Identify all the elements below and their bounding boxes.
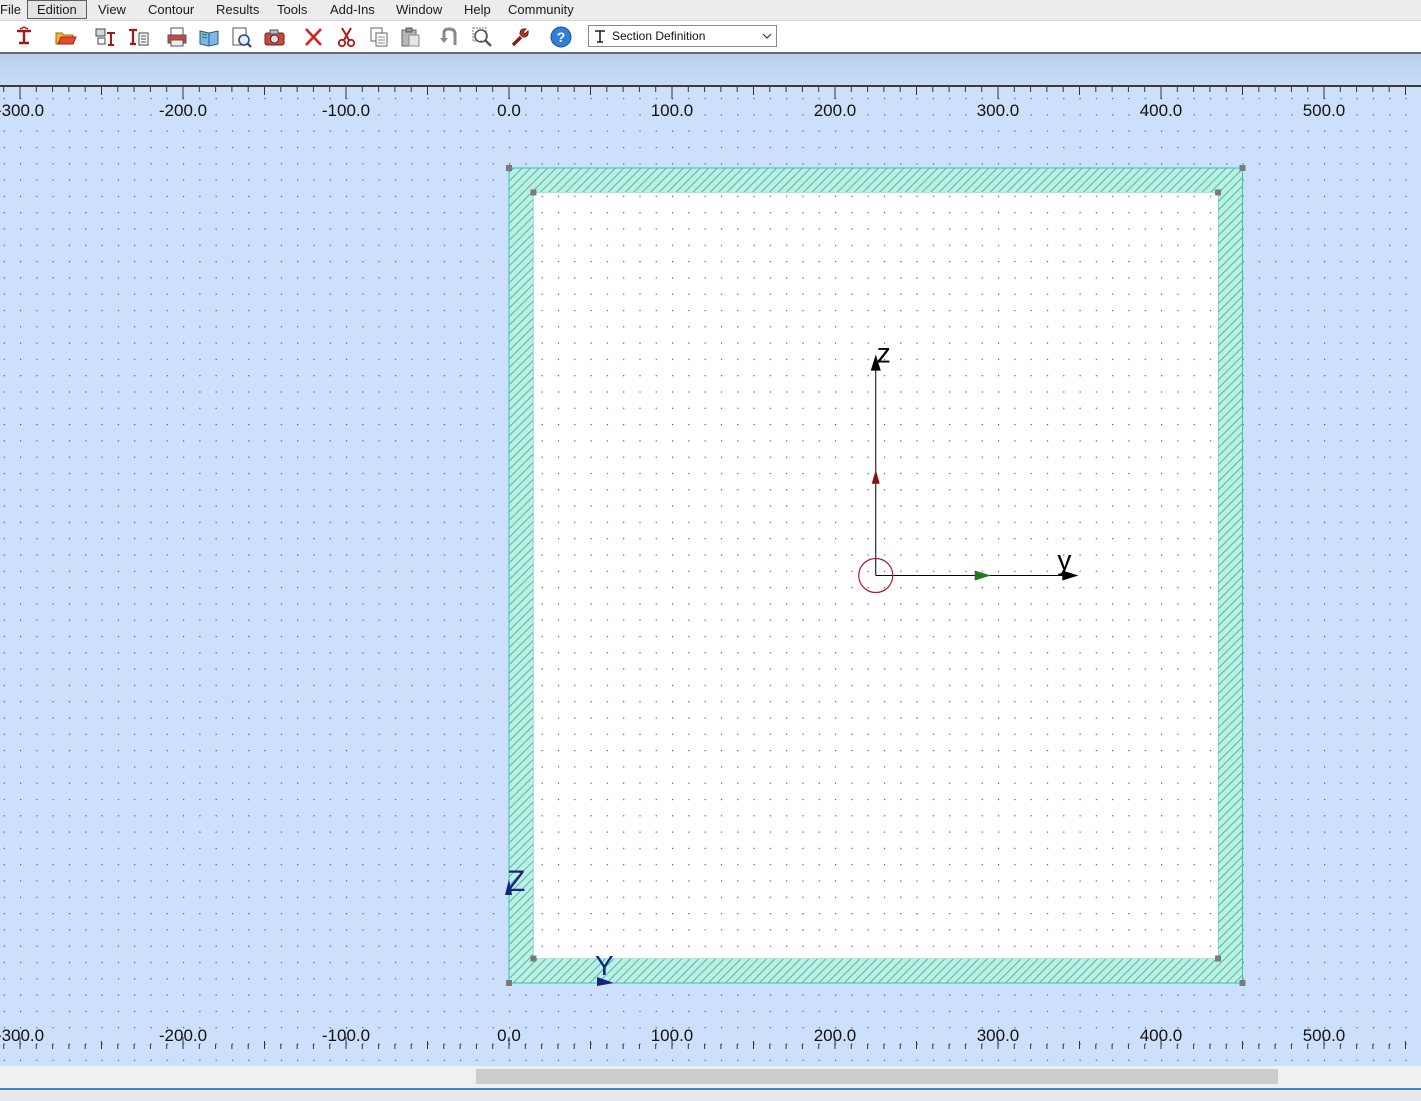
horizontal-scrollbar[interactable] bbox=[0, 1066, 1421, 1088]
paste-button[interactable] bbox=[397, 24, 423, 49]
ruler-bottom-tick-label: 500.0 bbox=[1303, 1026, 1346, 1045]
delete-icon bbox=[305, 27, 322, 46]
ruler-bottom-tick-label: 300.0 bbox=[977, 1026, 1020, 1045]
ruler-top-tick-label: -300.0 bbox=[0, 101, 44, 120]
ruler-top-tick-label: -100.0 bbox=[322, 101, 370, 120]
ruler-bottom-tick-label: -200.0 bbox=[159, 1026, 207, 1045]
menu-view[interactable]: View bbox=[89, 0, 137, 19]
ruler-top-tick-label: 400.0 bbox=[1140, 101, 1183, 120]
ruler-top-tick-label: 500.0 bbox=[1303, 101, 1346, 120]
zoom-button[interactable] bbox=[469, 24, 495, 49]
ruler-bottom-tick-label: -100.0 bbox=[322, 1026, 370, 1045]
section-definition-select[interactable]: Section Definition bbox=[588, 25, 777, 47]
new-section-button[interactable] bbox=[12, 24, 38, 49]
copy-icon bbox=[370, 27, 388, 46]
global-z-label: Z bbox=[507, 865, 525, 898]
print-preview-button[interactable] bbox=[228, 24, 254, 49]
menu-window[interactable]: Window bbox=[387, 0, 453, 19]
svg-text:?: ? bbox=[557, 29, 566, 45]
help-icon: ? bbox=[550, 26, 572, 47]
vertex-handle[interactable] bbox=[506, 980, 512, 986]
vertex-handle[interactable] bbox=[1239, 980, 1246, 986]
import-section-icon bbox=[95, 28, 115, 46]
tools-wrench-icon bbox=[511, 27, 529, 46]
ruler-top-tick-label: 300.0 bbox=[977, 101, 1020, 120]
paste-icon bbox=[401, 27, 420, 46]
vertex-handle[interactable] bbox=[530, 955, 537, 962]
menu-file[interactable]: File bbox=[0, 0, 21, 19]
print-button[interactable] bbox=[164, 24, 190, 49]
vertex-handle[interactable] bbox=[1239, 165, 1246, 171]
copy-button[interactable] bbox=[366, 24, 392, 49]
ruler-bottom-tick-label: 0.0 bbox=[497, 1026, 521, 1045]
section-properties-icon bbox=[129, 28, 149, 45]
tools-wrench-button[interactable] bbox=[507, 24, 533, 49]
menu-contour[interactable]: Contour bbox=[139, 0, 205, 19]
section-properties-button[interactable] bbox=[125, 24, 151, 49]
help-button[interactable]: ? bbox=[548, 24, 574, 49]
toolbar-band bbox=[0, 54, 1421, 87]
new-section-icon bbox=[17, 25, 31, 44]
status-strip bbox=[0, 1088, 1421, 1101]
menu-results[interactable]: Results bbox=[207, 0, 266, 19]
camera-button[interactable] bbox=[261, 24, 287, 49]
report-book-button[interactable] bbox=[196, 24, 222, 49]
vertex-handle[interactable] bbox=[1215, 955, 1222, 962]
camera-icon bbox=[264, 29, 285, 45]
menu-bar: File Edition View Contour Results Tools Add-In… bbox=[0, 0, 1421, 21]
ruler-top-tick-label: 0.0 bbox=[497, 101, 521, 120]
print-preview-icon bbox=[232, 27, 252, 48]
open-folder-icon bbox=[55, 32, 77, 44]
local-y-label: y bbox=[1057, 545, 1071, 576]
ruler-top-tick-label: 100.0 bbox=[651, 101, 694, 120]
menu-help[interactable]: Help bbox=[455, 0, 497, 19]
toolbar: Section Definition ? bbox=[0, 21, 1421, 54]
delete-button[interactable] bbox=[300, 24, 326, 49]
report-book-icon bbox=[199, 29, 219, 47]
open-folder-button[interactable] bbox=[52, 24, 78, 49]
vertex-handle[interactable] bbox=[506, 165, 512, 171]
cut-icon bbox=[337, 26, 356, 47]
cut-button[interactable] bbox=[333, 24, 359, 49]
section-beam-icon bbox=[593, 26, 607, 52]
ruler-bottom-tick-label: -300.0 bbox=[0, 1026, 44, 1045]
zoom-icon bbox=[472, 27, 492, 47]
local-z-label: z bbox=[877, 338, 891, 369]
ruler-top-tick-label: -200.0 bbox=[159, 101, 207, 120]
vertex-handle[interactable] bbox=[1215, 189, 1222, 196]
import-section-button[interactable] bbox=[92, 24, 118, 49]
global-y-label: Y bbox=[595, 950, 614, 981]
menu-community[interactable]: Community bbox=[499, 0, 582, 19]
menu-tools[interactable]: Tools bbox=[268, 0, 319, 19]
ruler-bottom-tick-label: 400.0 bbox=[1140, 1026, 1183, 1045]
undo-icon bbox=[440, 26, 457, 45]
drawing-canvas[interactable]: -300.0 -200.0 -100.0 0.0 100.0 200.0 300.0 400.… bbox=[0, 87, 1421, 1066]
menu-edition[interactable]: Edition bbox=[27, 0, 87, 19]
ruler-top-tick-label: 200.0 bbox=[814, 101, 857, 120]
section-select-value: Section Definition bbox=[612, 29, 706, 43]
menu-add-ins[interactable]: Add-Ins bbox=[321, 0, 385, 19]
scrollbar-thumb[interactable] bbox=[476, 1069, 1278, 1084]
undo-button[interactable] bbox=[436, 24, 462, 49]
print-icon bbox=[167, 27, 187, 46]
ruler-bottom-tick-label: 200.0 bbox=[814, 1026, 857, 1045]
chevron-down-icon bbox=[761, 26, 773, 52]
ruler-bottom-tick-label: 100.0 bbox=[651, 1026, 694, 1045]
vertex-handle[interactable] bbox=[530, 189, 537, 196]
